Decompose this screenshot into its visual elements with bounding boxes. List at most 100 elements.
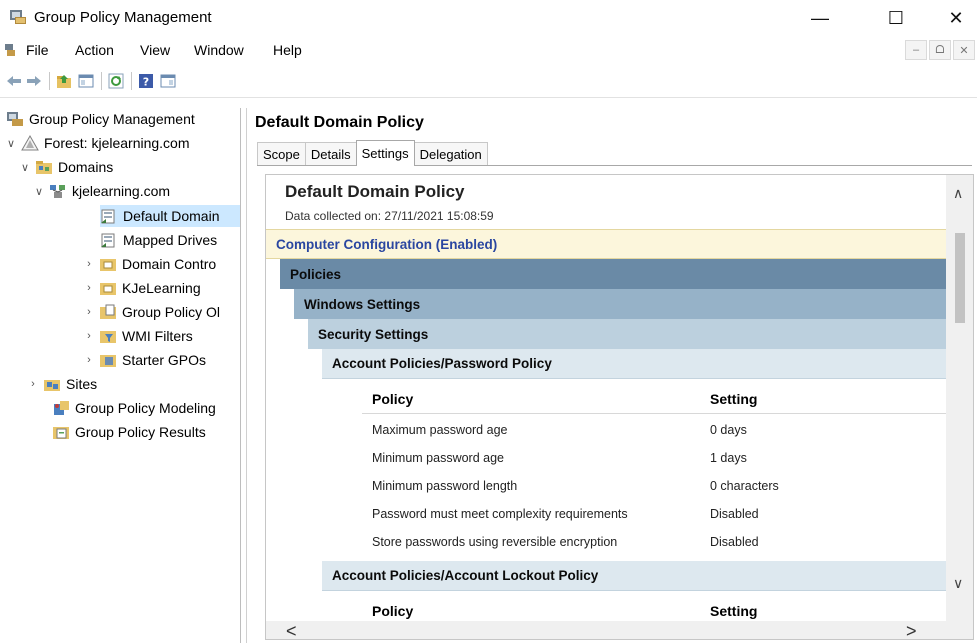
report-title: Default Domain Policy	[285, 182, 465, 201]
tab-scope[interactable]: Scope	[257, 142, 306, 166]
vertical-scrollbar[interactable]: ∧ ∨	[946, 175, 973, 639]
show-hide-tree-icon[interactable]	[78, 73, 94, 89]
starter-gpo-icon	[100, 355, 116, 367]
tree-item-starter-gpos[interactable]: › Starter GPOs	[82, 349, 206, 371]
forward-arrow-icon[interactable]	[26, 73, 42, 89]
tree-item-label: Group Policy Management	[29, 111, 195, 127]
section-password-policy[interactable]: Account Policies/Password Policy	[322, 349, 946, 379]
scroll-left-icon[interactable]: <	[286, 621, 297, 639]
tree-item-label: Group Policy Results	[75, 424, 206, 440]
tab-strip: Scope Details Settings Delegation	[257, 140, 488, 166]
menu-help[interactable]: Help	[273, 42, 302, 58]
section-policies[interactable]: Policies	[280, 259, 946, 289]
chevron-right-icon[interactable]: ›	[82, 258, 96, 270]
menu-file[interactable]: File	[26, 42, 49, 58]
settings-report: Default Domain Policy Data collected on:…	[265, 174, 974, 640]
table-cell-policy: Minimum password age	[372, 451, 504, 465]
tree-item-label: Group Policy Ol	[122, 304, 221, 320]
section-security-settings[interactable]: Security Settings	[308, 319, 946, 349]
section-account-lockout-policy[interactable]: Account Policies/Account Lockout Policy	[322, 561, 946, 591]
chevron-right-icon[interactable]: ›	[82, 330, 96, 342]
report-collected-date: Data collected on: 27/11/2021 15:08:59	[285, 209, 494, 223]
close-button[interactable]: ✕	[933, 0, 977, 36]
system-menu-icon[interactable]	[4, 43, 16, 57]
mdi-close-button[interactable]: ✕	[953, 40, 975, 60]
mdi-restore-button[interactable]: ᗝ	[929, 40, 951, 60]
toolbar-separator	[49, 72, 50, 90]
toolbar-separator	[131, 72, 132, 90]
menu-window[interactable]: Window	[194, 42, 244, 58]
help-icon[interactable]: ?	[138, 73, 154, 89]
table-cell-policy: Minimum password length	[372, 479, 518, 493]
toolbar-separator	[101, 72, 102, 90]
table-cell-setting: 1 days	[710, 451, 747, 465]
tree-item-forest[interactable]: ∨ Forest: kjelearning.com	[4, 132, 190, 154]
chevron-down-icon[interactable]: ∨	[32, 185, 46, 198]
tree-item-label: Group Policy Modeling	[75, 400, 216, 416]
table-cell-policy: Password must meet complexity requiremen…	[372, 507, 628, 521]
up-folder-icon[interactable]	[56, 73, 72, 89]
tree-item-group-policy-modeling[interactable]: Group Policy Modeling	[52, 397, 216, 419]
menu-view[interactable]: View	[140, 42, 170, 58]
horizontal-scrollbar[interactable]: < >	[266, 621, 946, 639]
chevron-right-icon[interactable]: ›	[26, 378, 40, 390]
tree-item-sites[interactable]: › Sites	[26, 373, 97, 395]
properties-icon[interactable]	[160, 73, 176, 89]
panel-title: Default Domain Policy	[255, 114, 424, 131]
tab-details[interactable]: Details	[304, 142, 357, 166]
gpo-link-icon	[101, 233, 115, 248]
chevron-right-icon[interactable]: ›	[82, 282, 96, 294]
chevron-down-icon[interactable]: ∨	[18, 161, 32, 174]
scroll-up-icon[interactable]: ∧	[953, 185, 963, 202]
tree-item-label: Default Domain	[123, 208, 220, 224]
gpo-folder-icon	[100, 304, 116, 319]
navigation-tree: Group Policy Management ∨ Forest: kjelea…	[0, 108, 241, 643]
tree-item-group-policy-objects[interactable]: › Group Policy Ol	[82, 301, 220, 323]
column-header-policy: Policy	[372, 603, 414, 619]
domain-icon	[50, 185, 65, 198]
column-header-setting: Setting	[710, 391, 758, 407]
chevron-right-icon[interactable]: ›	[82, 354, 96, 366]
table-cell-setting: 0 characters	[710, 479, 779, 493]
tree-item-group-policy-management[interactable]: Group Policy Management	[6, 108, 195, 130]
back-arrow-icon[interactable]	[6, 73, 22, 89]
tree-item-wmi-filters[interactable]: › WMI Filters	[82, 325, 193, 347]
chevron-right-icon[interactable]: ›	[82, 306, 96, 318]
title-bar: Group Policy Management — ☐ ✕	[0, 0, 977, 36]
tree-item-mapped-drives[interactable]: Mapped Drives	[100, 229, 217, 251]
table-cell-policy: Maximum password age	[372, 423, 508, 437]
section-windows-settings[interactable]: Windows Settings	[294, 289, 946, 319]
table-header-divider	[362, 413, 946, 414]
minimize-button[interactable]: —	[797, 0, 843, 36]
tree-item-label: Mapped Drives	[123, 232, 218, 248]
tree-item-label: Sites	[66, 376, 98, 392]
mdi-minimize-button[interactable]: –	[905, 40, 927, 60]
gpo-link-icon	[101, 209, 115, 224]
tree-item-domains[interactable]: ∨ Domains	[18, 156, 113, 178]
tree-item-kjelearning-domain[interactable]: ∨ kjelearning.com	[32, 180, 170, 202]
tree-item-default-domain-policy[interactable]: Default Domain	[100, 205, 240, 227]
tree-item-label: kjelearning.com	[72, 183, 171, 199]
ou-folder-icon	[100, 259, 116, 271]
menu-action[interactable]: Action	[75, 42, 114, 58]
tree-item-domain-controllers[interactable]: › Domain Contro	[82, 253, 216, 275]
tab-delegation[interactable]: Delegation	[413, 142, 488, 166]
refresh-icon[interactable]	[108, 73, 124, 89]
tree-item-label: Domains	[58, 159, 114, 175]
maximize-button[interactable]: ☐	[873, 0, 919, 36]
table-cell-setting: 0 days	[710, 423, 747, 437]
section-computer-configuration[interactable]: Computer Configuration (Enabled)	[266, 229, 946, 259]
domains-icon	[36, 161, 52, 174]
gpm-icon	[7, 112, 23, 126]
tree-item-kjelearning-ou[interactable]: › KJeLearning	[82, 277, 201, 299]
modeling-icon	[54, 401, 69, 415]
table-cell-policy: Store passwords using reversible encrypt…	[372, 535, 618, 549]
chevron-down-icon[interactable]: ∨	[4, 137, 18, 150]
tab-settings[interactable]: Settings	[355, 140, 415, 166]
scroll-down-icon[interactable]: ∨	[953, 575, 963, 592]
tree-item-group-policy-results[interactable]: Group Policy Results	[52, 421, 206, 443]
column-header-policy: Policy	[372, 391, 414, 407]
tree-item-label: KJeLearning	[122, 280, 201, 296]
scroll-thumb[interactable]	[955, 233, 965, 323]
scroll-right-icon[interactable]: >	[906, 621, 917, 639]
